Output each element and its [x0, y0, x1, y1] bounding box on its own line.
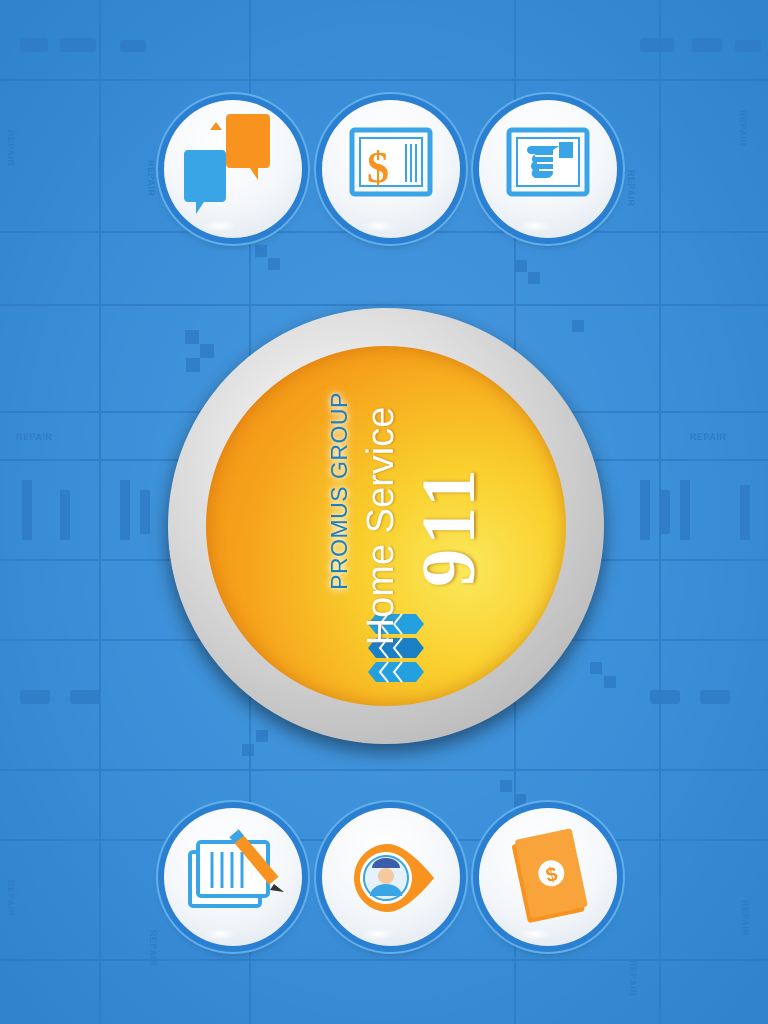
chat-button[interactable] — [164, 100, 302, 238]
svg-text:REPAIR: REPAIR — [690, 432, 726, 442]
svg-text:REPAIR: REPAIR — [628, 960, 638, 996]
main-button-face: PROMUS GROUP Home Service 911 — [206, 346, 566, 706]
technician-location-button[interactable] — [322, 808, 460, 946]
svg-text:REPAIR: REPAIR — [626, 170, 636, 206]
svg-text:REPAIR: REPAIR — [6, 130, 16, 166]
brand-name: PROMUS GROUP — [326, 392, 352, 590]
document-pencil-icon — [188, 829, 284, 908]
main-button-label-group: PROMUS GROUP Home Service 911 — [206, 346, 566, 706]
payment-button[interactable]: $ — [479, 808, 617, 946]
app-title: Home Service — [360, 406, 402, 646]
svg-text:REPAIR: REPAIR — [16, 432, 52, 442]
chat-bubbles-icon — [184, 114, 270, 214]
money-bill-icon: $ — [512, 828, 588, 923]
svg-text:REPAIR: REPAIR — [148, 930, 158, 966]
hand-pointing-icon — [506, 127, 590, 197]
svg-text:REPAIR: REPAIR — [146, 160, 156, 196]
location-pin-technician-icon — [354, 844, 434, 912]
dollar-document-icon: $ — [349, 127, 433, 197]
svg-text:REPAIR: REPAIR — [740, 900, 750, 936]
svg-text:REPAIR: REPAIR — [738, 110, 748, 146]
svg-text:$: $ — [367, 143, 389, 192]
service-number: 911 — [407, 465, 491, 587]
order-form-button[interactable] — [164, 808, 302, 946]
home-service-911-main-button[interactable]: PROMUS GROUP Home Service 911 — [168, 308, 604, 744]
hire-button[interactable] — [479, 100, 617, 238]
svg-text:REPAIR: REPAIR — [6, 880, 16, 916]
pricing-button[interactable]: $ — [322, 100, 460, 238]
